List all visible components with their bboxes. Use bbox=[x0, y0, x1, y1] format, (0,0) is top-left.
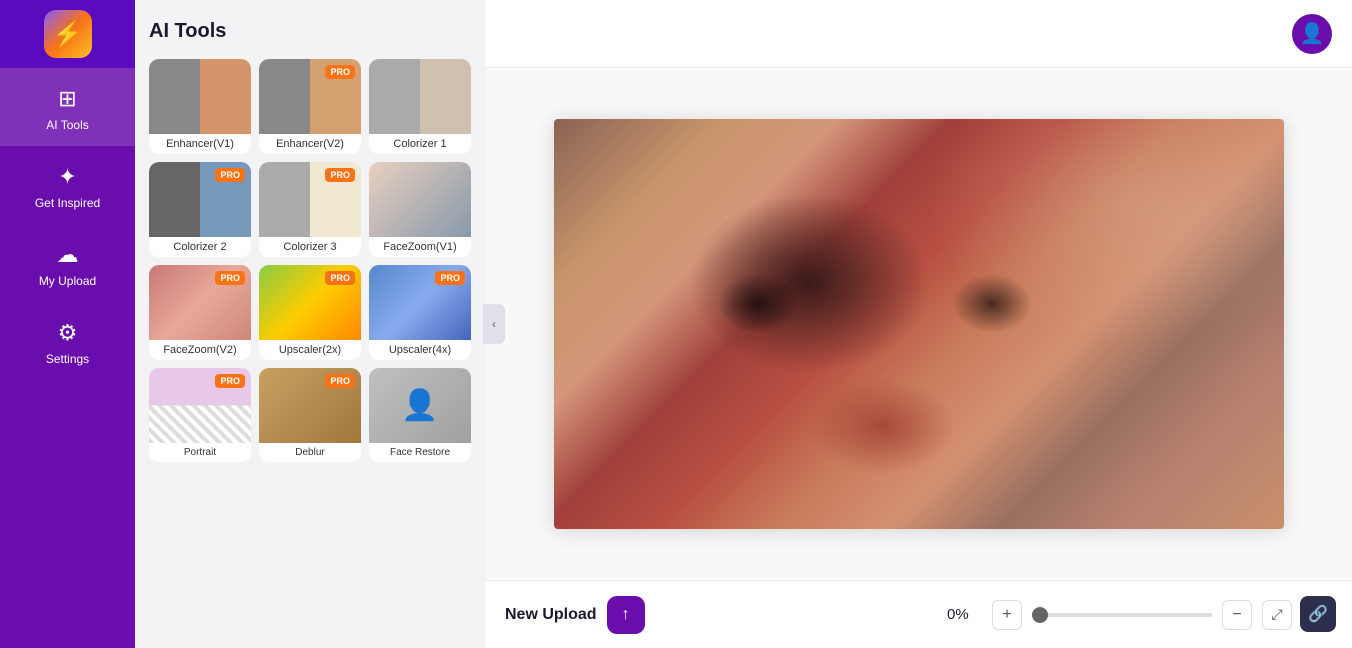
tool-label: Colorizer 1 bbox=[369, 134, 471, 154]
tool-card-enhancer-v1[interactable]: Enhancer(V1) bbox=[149, 59, 251, 154]
pro-badge: PRO bbox=[215, 168, 245, 182]
plus-icon: + bbox=[1002, 606, 1011, 624]
tool-label: Enhancer(V1) bbox=[149, 134, 251, 154]
tool-label: Upscaler(4x) bbox=[369, 340, 471, 360]
pro-badge: PRO bbox=[215, 271, 245, 285]
tool-label: Colorizer 3 bbox=[259, 237, 361, 257]
pro-badge: PRO bbox=[325, 271, 355, 285]
tool-thumbnail bbox=[369, 59, 471, 134]
upload-cloud-icon: ☁ bbox=[57, 242, 79, 268]
tool-card-extra-2[interactable]: PRO Deblur bbox=[259, 368, 361, 462]
user-avatar[interactable]: 👤 bbox=[1292, 14, 1332, 54]
expand-icon: ⤢ bbox=[1271, 606, 1282, 623]
tool-thumbnail: 👤 bbox=[369, 368, 471, 443]
minus-icon: − bbox=[1232, 606, 1241, 624]
tool-thumbnail bbox=[149, 59, 251, 134]
pro-badge: PRO bbox=[325, 374, 355, 388]
sidebar-item-label: AI Tools bbox=[46, 118, 88, 132]
bottom-toolbar: New Upload ↑ 0% + − ⤢ 🗑 bbox=[485, 580, 1352, 648]
logo-icon: ⚡ bbox=[44, 10, 92, 58]
zoom-value: 0% bbox=[947, 606, 982, 623]
link-icon: 🔗 bbox=[1308, 604, 1328, 624]
tool-label: FaceZoom(V2) bbox=[149, 340, 251, 360]
link-button[interactable]: 🔗 bbox=[1300, 596, 1336, 632]
tool-label: Enhancer(V2) bbox=[259, 134, 361, 154]
tool-card-extra-3[interactable]: 👤 Face Restore bbox=[369, 368, 471, 462]
pro-badge: PRO bbox=[435, 271, 465, 285]
pro-badge: PRO bbox=[325, 65, 355, 79]
panel-collapse-button[interactable]: ‹ bbox=[483, 304, 505, 344]
tool-thumbnail bbox=[369, 162, 471, 237]
upload-icon-button[interactable]: ↑ bbox=[607, 596, 645, 634]
right-panel: 👤 New Upload ↑ 0% + − ⤢ bbox=[485, 0, 1352, 648]
tool-card-facezoom-v1[interactable]: FaceZoom(V1) bbox=[369, 162, 471, 257]
sidebar-item-ai-tools[interactable]: ⊞ AI Tools bbox=[0, 68, 135, 146]
sparkle-icon: ✦ bbox=[58, 164, 76, 190]
tool-label: FaceZoom(V1) bbox=[369, 237, 471, 257]
expand-button[interactable]: ⤢ bbox=[1262, 600, 1292, 630]
settings-icon: ⚙ bbox=[58, 320, 78, 346]
pro-badge: PRO bbox=[215, 374, 245, 388]
tools-panel-title: AI Tools bbox=[149, 20, 471, 43]
sidebar-item-label: Get Inspired bbox=[35, 196, 100, 210]
tool-label: Upscaler(2x) bbox=[259, 340, 361, 360]
sidebar-item-get-inspired[interactable]: ✦ Get Inspired bbox=[0, 146, 135, 224]
zoom-controls: 0% + − ⤢ 🗑 bbox=[947, 600, 1332, 630]
canvas-area bbox=[485, 68, 1352, 580]
pixelated-image bbox=[554, 119, 1284, 529]
image-display bbox=[554, 119, 1284, 529]
tool-card-colorizer-3[interactable]: PRO Colorizer 3 bbox=[259, 162, 361, 257]
new-upload-button[interactable]: New Upload ↑ bbox=[505, 596, 645, 634]
sidebar-item-settings[interactable]: ⚙ Settings bbox=[0, 302, 135, 380]
tool-card-upscaler-4x[interactable]: PRO Upscaler(4x) bbox=[369, 265, 471, 360]
tools-grid: Enhancer(V1) PRO Enhancer(V2) Colorizer … bbox=[149, 59, 471, 462]
logo-symbol: ⚡ bbox=[53, 20, 83, 49]
nav-logo[interactable]: ⚡ bbox=[0, 0, 135, 68]
tool-card-enhancer-v2[interactable]: PRO Enhancer(V2) bbox=[259, 59, 361, 154]
zoom-slider[interactable] bbox=[1032, 613, 1212, 617]
tool-card-upscaler-2x[interactable]: PRO Upscaler(2x) bbox=[259, 265, 361, 360]
tool-card-colorizer-2[interactable]: PRO Colorizer 2 bbox=[149, 162, 251, 257]
tool-label: Portrait bbox=[149, 443, 251, 462]
avatar-icon: 👤 bbox=[1300, 21, 1325, 46]
tool-card-facezoom-v2[interactable]: PRO FaceZoom(V2) bbox=[149, 265, 251, 360]
image-overlay bbox=[554, 119, 1284, 529]
nav-bar: ⚡ ⊞ AI Tools ✦ Get Inspired ☁ My Upload … bbox=[0, 0, 135, 648]
upload-arrow-icon: ↑ bbox=[622, 606, 630, 624]
sidebar-item-my-upload[interactable]: ☁ My Upload bbox=[0, 224, 135, 302]
sidebar-item-label: My Upload bbox=[39, 274, 96, 288]
tool-label: Face Restore bbox=[369, 443, 471, 462]
sidebar-item-label: Settings bbox=[46, 352, 89, 366]
new-upload-label: New Upload bbox=[505, 606, 597, 624]
zoom-in-button[interactable]: + bbox=[992, 600, 1022, 630]
tools-panel: AI Tools Enhancer(V1) PRO Enhancer(V2) C… bbox=[135, 0, 485, 648]
tool-label: Deblur bbox=[259, 443, 361, 462]
tool-label: Colorizer 2 bbox=[149, 237, 251, 257]
top-header: 👤 bbox=[485, 0, 1352, 68]
tool-card-extra-1[interactable]: PRO Portrait bbox=[149, 368, 251, 462]
tool-card-colorizer-1[interactable]: Colorizer 1 bbox=[369, 59, 471, 154]
grid-icon: ⊞ bbox=[58, 86, 76, 112]
pro-badge: PRO bbox=[325, 168, 355, 182]
zoom-out-button[interactable]: − bbox=[1222, 600, 1252, 630]
